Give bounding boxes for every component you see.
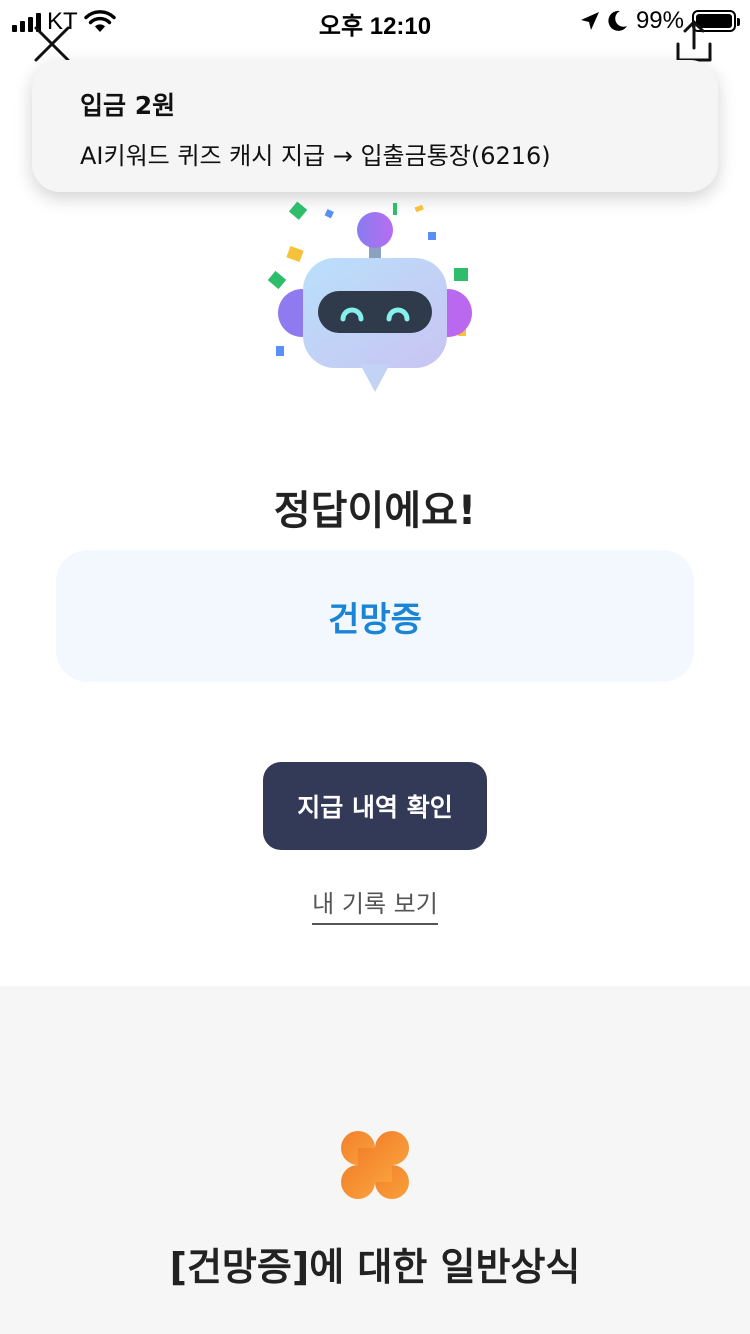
location-arrow-icon	[580, 12, 599, 30]
notification-body: AI키워드 퀴즈 캐시 지급 → 입출금통장(6216)	[80, 142, 551, 170]
result-title: 정답이에요!	[273, 488, 477, 534]
robot-mascot	[267, 201, 472, 392]
deposit-notification[interactable]: 입금 2원 AI키워드 퀴즈 캐시 지급 → 입출금통장(6216)	[32, 60, 718, 192]
clover-icon	[341, 1131, 409, 1199]
view-payment-history-button[interactable]: 지급 내역 확인	[263, 762, 487, 850]
share-button[interactable]	[674, 18, 714, 64]
share-icon	[676, 20, 712, 62]
answer-keyword: 건망증	[328, 599, 422, 640]
general-knowledge-section: [건망증]에 대한 일반상식	[0, 986, 750, 1334]
view-my-records-link[interactable]: 내 기록 보기	[312, 884, 438, 925]
notification-title: 입금 2원	[80, 91, 176, 120]
moon-icon	[608, 10, 627, 31]
knowledge-title: [건망증]에 대한 일반상식	[169, 1245, 581, 1289]
status-bar: KT 오후 12:10 99%	[0, 0, 750, 40]
answer-card: 건망증	[56, 550, 694, 682]
